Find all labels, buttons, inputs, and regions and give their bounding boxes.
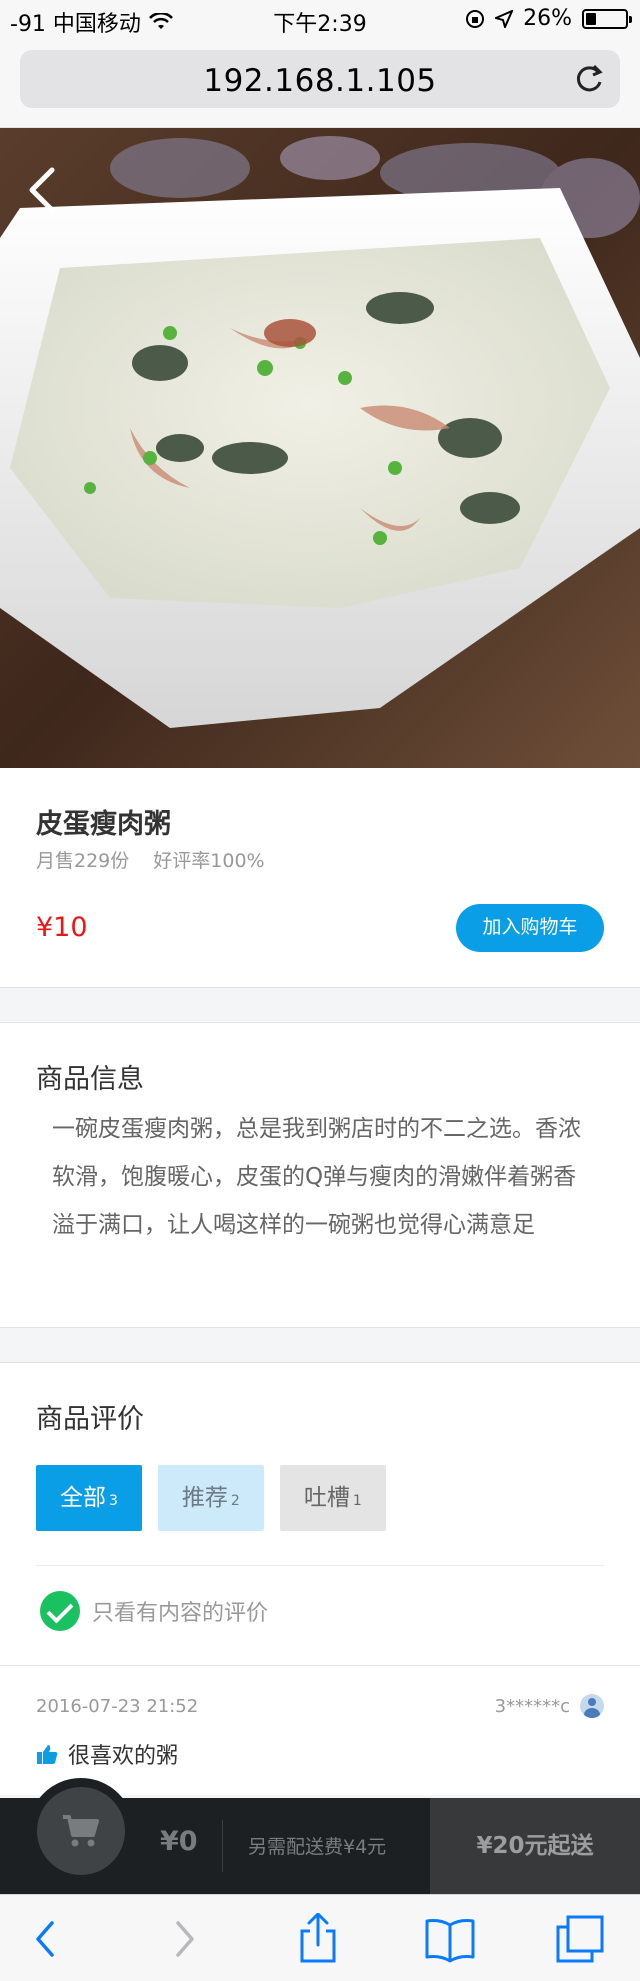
description-title: 商品信息 xyxy=(36,1064,144,1095)
cart-button[interactable] xyxy=(28,1778,134,1884)
add-to-cart-button[interactable]: 加入购物车 xyxy=(456,904,604,952)
tabs-icon[interactable] xyxy=(554,1913,606,1965)
description-text: 一碗皮蛋瘦肉粥，总是我到粥店时的不二之选。香浓软滑，饱腹暖心，皮蛋的Q弹与瘦肉的… xyxy=(52,1116,581,1238)
cart-bar: ¥0 另需配送费¥4元 ¥20元起送 xyxy=(0,1778,640,1894)
browser-toolbar xyxy=(0,1894,640,1981)
review-date: 2016-07-23 21:52 xyxy=(36,1696,199,1717)
review-username: 3******c xyxy=(494,1695,570,1717)
reviews-section: 商品评价 全部 3 推荐 2 吐槽 1 只看有内容的评价 xyxy=(0,1362,640,1665)
rating: 好评率100% xyxy=(153,850,265,872)
shopping-cart-icon xyxy=(63,1815,99,1847)
reviews-title: 商品评价 xyxy=(36,1404,144,1435)
product-description: 商品信息 一碗皮蛋瘦肉粥，总是我到粥店时的不二之选。香浓软滑，饱腹暖心，皮蛋的Q… xyxy=(0,1022,640,1328)
location-icon xyxy=(495,9,514,28)
page: -91 中国移动 下午2:39 26% 192.168.1.105 皮蛋瘦肉粥 … xyxy=(0,0,640,1981)
bookmarks-icon[interactable] xyxy=(424,1913,476,1965)
product-name: 皮蛋瘦肉粥 xyxy=(36,809,171,840)
orientation-lock-icon xyxy=(466,9,485,28)
divider xyxy=(222,1820,223,1872)
review-tabs: 全部 3 推荐 2 吐槽 1 xyxy=(36,1465,386,1531)
tab-recommend[interactable]: 推荐 2 xyxy=(157,1465,264,1531)
tab-all-label: 全部 xyxy=(60,1485,106,1511)
battery-percent: 26% xyxy=(523,6,572,31)
review-item: 2016-07-23 21:52 3******c 很喜欢的粥 xyxy=(0,1665,640,1795)
tab-recommend-label: 推荐 xyxy=(181,1485,228,1511)
product-summary: 皮蛋瘦肉粥 月售229份 好评率100% ¥10 加入购物车 xyxy=(0,768,640,988)
back-arrow-icon[interactable] xyxy=(24,164,58,216)
content-only-filter[interactable]: 只看有内容的评价 xyxy=(40,1591,268,1631)
status-bar: -91 中国移动 下午2:39 26% xyxy=(0,0,640,40)
avatar xyxy=(580,1694,604,1718)
cart-total: ¥0 xyxy=(160,1826,198,1857)
tab-all-count: 3 xyxy=(109,1493,118,1509)
status-right: 26% xyxy=(465,6,632,31)
tab-all[interactable]: 全部 3 xyxy=(36,1465,142,1531)
tab-complaint-count: 1 xyxy=(352,1493,362,1509)
min-order-button[interactable]: ¥20元起送 xyxy=(430,1798,640,1894)
porridge-photo xyxy=(0,128,640,768)
reload-icon[interactable] xyxy=(572,62,606,96)
thumbs-up-icon xyxy=(37,1745,58,1764)
browser-address-area: 192.168.1.105 xyxy=(0,40,640,128)
product-price: ¥10 xyxy=(36,912,88,943)
url-text[interactable]: 192.168.1.105 xyxy=(20,63,620,99)
tab-complaint[interactable]: 吐槽 1 xyxy=(279,1465,386,1531)
review-user: 3******c xyxy=(495,1694,604,1718)
tab-recommend-count: 2 xyxy=(230,1493,240,1509)
cart-icon-circle[interactable] xyxy=(37,1787,125,1875)
delivery-fee: 另需配送费¥4元 xyxy=(248,1836,387,1858)
address-bar[interactable]: 192.168.1.105 xyxy=(20,50,620,108)
forward-icon[interactable] xyxy=(158,1913,210,1965)
monthly-sales: 月售229份 xyxy=(36,850,130,872)
product-meta: 月售229份 好评率100% xyxy=(36,846,265,873)
product-image xyxy=(0,128,640,768)
review-text: 很喜欢的粥 xyxy=(68,1744,179,1769)
battery-fill xyxy=(586,12,596,25)
back-icon[interactable] xyxy=(20,1913,72,1965)
battery-icon xyxy=(582,8,632,29)
filter-label: 只看有内容的评价 xyxy=(92,1601,269,1626)
divider xyxy=(36,1565,604,1566)
review-content: 很喜欢的粥 xyxy=(36,1738,178,1770)
share-icon[interactable] xyxy=(292,1913,344,1965)
checkmark-icon[interactable] xyxy=(40,1591,80,1631)
tab-complaint-label: 吐槽 xyxy=(303,1485,350,1511)
